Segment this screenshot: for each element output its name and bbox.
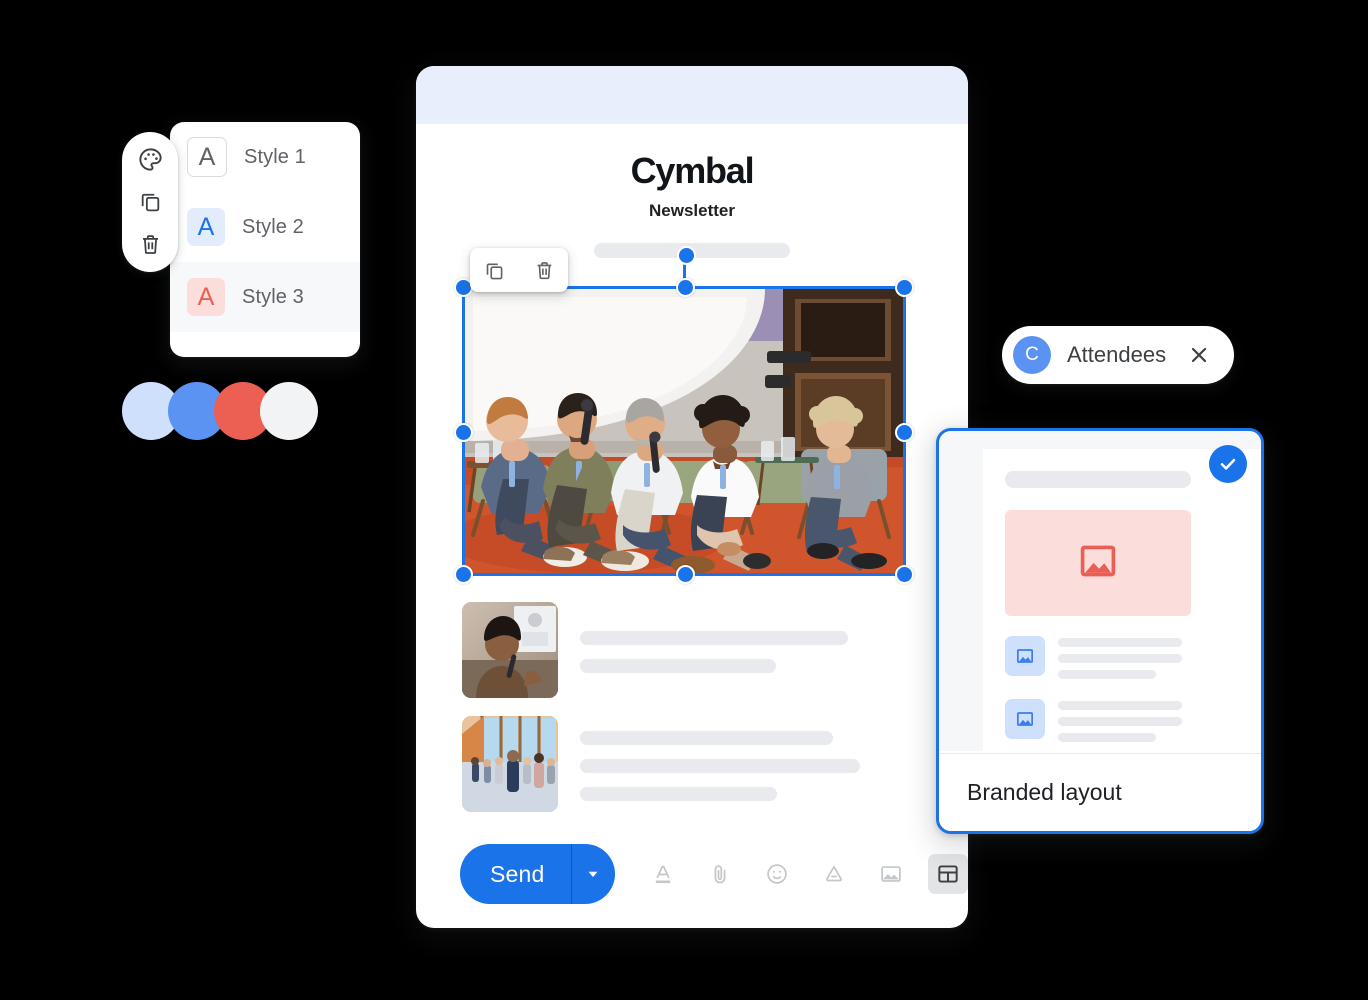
image-placeholder-icon bbox=[1005, 636, 1045, 676]
style-option-3[interactable]: A Style 3 bbox=[170, 262, 360, 332]
resize-handle-bottom-center[interactable] bbox=[676, 565, 695, 584]
style-picker-group: A Style 1 A Style 2 A Style 3 bbox=[122, 122, 372, 367]
resize-handle-top-right[interactable] bbox=[895, 278, 914, 297]
style-swatch-1: A bbox=[187, 137, 227, 177]
selection-anchor-handle[interactable] bbox=[676, 246, 696, 265]
style-swatch-2: A bbox=[187, 208, 225, 246]
branded-inner-page bbox=[983, 449, 1261, 751]
style-swatch-3: A bbox=[187, 278, 225, 316]
preview-list-item bbox=[1005, 699, 1235, 742]
image-floating-toolbar bbox=[470, 248, 568, 292]
text-line bbox=[1058, 733, 1156, 742]
emoji-icon[interactable] bbox=[757, 854, 797, 894]
body-row-2 bbox=[462, 716, 860, 812]
resize-handle-bottom-left[interactable] bbox=[454, 565, 473, 584]
text-line bbox=[1058, 638, 1182, 647]
selected-check-icon bbox=[1209, 445, 1247, 483]
selected-image-region[interactable] bbox=[454, 246, 914, 584]
attendees-chip-label: Attendees bbox=[1067, 342, 1167, 367]
body-thumbnail-2[interactable] bbox=[462, 716, 558, 812]
element-tool-rail bbox=[122, 132, 178, 272]
branded-layout-label: Branded layout bbox=[939, 753, 1261, 831]
hero-image[interactable] bbox=[462, 286, 906, 576]
drive-icon[interactable] bbox=[814, 854, 854, 894]
style-glyph-2: A bbox=[197, 212, 215, 241]
style-menu: A Style 1 A Style 2 A Style 3 bbox=[170, 122, 360, 357]
insert-image-icon[interactable] bbox=[871, 854, 911, 894]
avatar: C bbox=[1013, 336, 1051, 374]
layout-icon[interactable] bbox=[928, 854, 968, 894]
text-line bbox=[1058, 670, 1156, 679]
preview-hero-placeholder bbox=[1005, 510, 1191, 616]
attach-file-icon[interactable] bbox=[700, 854, 740, 894]
text-line bbox=[1058, 701, 1182, 710]
trash-icon[interactable] bbox=[133, 228, 167, 262]
style-glyph-3: A bbox=[197, 282, 215, 311]
image-placeholder-icon bbox=[1076, 539, 1120, 588]
preview-list-lines bbox=[1058, 636, 1182, 679]
text-line bbox=[580, 787, 777, 801]
brand-subtitle: Newsletter bbox=[649, 201, 735, 220]
attendees-chip[interactable]: C Attendees bbox=[1002, 326, 1235, 384]
style-option-1[interactable]: A Style 1 bbox=[170, 122, 360, 192]
format-text-icon[interactable] bbox=[643, 854, 683, 894]
body-text-lines-1 bbox=[580, 602, 848, 698]
branded-layout-card[interactable]: Branded layout bbox=[936, 428, 1264, 834]
close-icon[interactable] bbox=[1186, 342, 1212, 368]
style-option-label-3: Style 3 bbox=[242, 285, 304, 308]
text-line bbox=[580, 731, 833, 745]
text-line bbox=[1058, 717, 1182, 726]
style-option-2[interactable]: A Style 2 bbox=[170, 192, 360, 262]
style-glyph-1: A bbox=[198, 142, 216, 171]
avatar-initial: C bbox=[1025, 344, 1039, 365]
text-line bbox=[580, 631, 848, 645]
resize-handle-middle-left[interactable] bbox=[454, 423, 473, 442]
resize-handle-middle-right[interactable] bbox=[895, 423, 914, 442]
text-line bbox=[580, 759, 860, 773]
resize-handle-bottom-right[interactable] bbox=[895, 565, 914, 584]
style-option-label-2: Style 2 bbox=[242, 215, 304, 238]
body-thumbnail-1[interactable] bbox=[462, 602, 558, 698]
style-option-label-1: Style 1 bbox=[244, 145, 306, 168]
duplicate-icon[interactable] bbox=[133, 185, 167, 219]
image-placeholder-icon bbox=[1005, 699, 1045, 739]
preview-title-placeholder bbox=[1005, 471, 1191, 488]
resize-handle-top-center[interactable] bbox=[676, 278, 695, 297]
text-line bbox=[1058, 654, 1182, 663]
palette-icon[interactable] bbox=[133, 142, 167, 176]
trash-icon[interactable] bbox=[530, 256, 558, 284]
color-swatch-white[interactable] bbox=[260, 382, 318, 440]
body-row-1 bbox=[462, 602, 848, 698]
preview-list-lines bbox=[1058, 699, 1182, 742]
brand-name: Cymbal bbox=[630, 150, 755, 191]
text-line bbox=[580, 659, 776, 673]
send-button-label: Send bbox=[490, 860, 545, 887]
newsletter-branding: Cymbal Newsletter bbox=[416, 124, 968, 221]
copy-icon[interactable] bbox=[480, 256, 508, 284]
send-options-caret[interactable] bbox=[572, 844, 615, 904]
compose-footer: Send bbox=[416, 820, 968, 928]
body-text-lines-2 bbox=[580, 716, 860, 812]
branded-layout-preview bbox=[939, 431, 1261, 751]
send-button[interactable]: Send bbox=[460, 844, 615, 904]
preview-list-item bbox=[1005, 636, 1235, 679]
compose-footer-icons bbox=[643, 854, 968, 894]
compose-header-bar bbox=[416, 66, 968, 124]
